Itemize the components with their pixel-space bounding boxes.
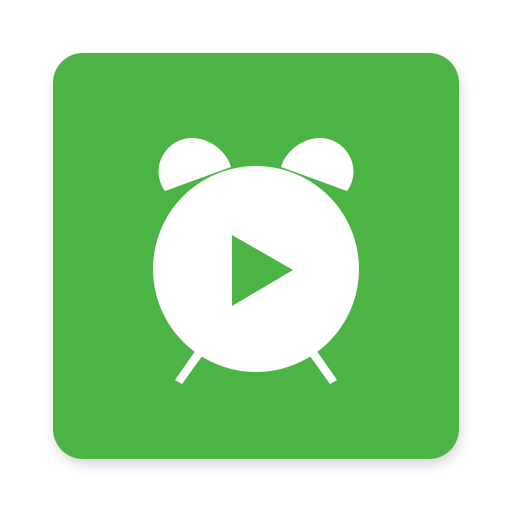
app-icon[interactable]	[53, 53, 459, 459]
icon-canvas	[0, 0, 512, 512]
alarm-clock-play-icon	[53, 53, 459, 459]
